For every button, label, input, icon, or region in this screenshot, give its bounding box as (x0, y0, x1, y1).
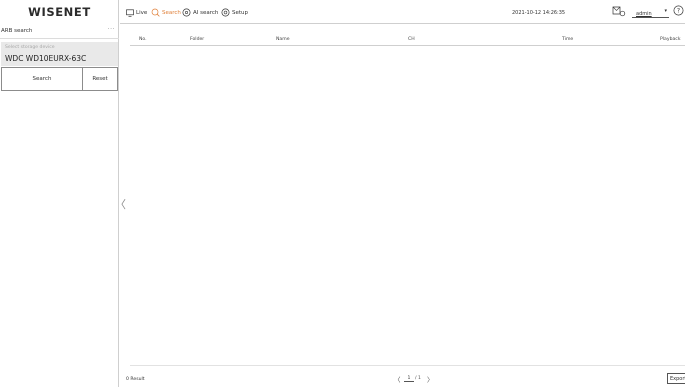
footer-divider (130, 365, 685, 366)
storage-device-value: WDC WD10EURX-63C (5, 53, 87, 63)
storage-device-placeholder: Select storage device (5, 45, 55, 50)
prev-page-icon[interactable]: 〈 (394, 374, 401, 384)
column-no: No. (139, 37, 147, 42)
top-navigation-bar: Live Search AI search Setup 2021-10-12 1… (120, 0, 685, 24)
nav-search[interactable]: Search (151, 8, 181, 17)
column-ch: CH (408, 37, 415, 42)
pagination: 〈 1 / 1 〉 (394, 374, 434, 384)
nav-setup-label: Setup (232, 9, 249, 16)
more-options-icon[interactable]: ··· (108, 26, 115, 33)
current-datetime: 2021-10-12 14:26:35 (512, 10, 566, 16)
search-icon (151, 8, 160, 17)
next-page-icon[interactable]: 〉 (427, 374, 434, 384)
nav-live-label: Live (136, 9, 148, 16)
reset-button[interactable]: Reset (82, 67, 118, 91)
column-name: Name (276, 37, 290, 42)
export-button[interactable]: Export (667, 373, 685, 384)
help-icon[interactable]: ? (673, 5, 684, 16)
nav-ai-search[interactable]: AI search (182, 8, 218, 17)
ai-search-icon (182, 8, 191, 17)
collapse-sidebar-icon[interactable]: 〈 (115, 196, 126, 214)
page-total: / 1 (415, 376, 421, 381)
sidebar-header: ARB search ··· (0, 24, 119, 39)
column-folder: Folder (190, 37, 205, 42)
result-count: 0 Result (126, 377, 145, 382)
gear-icon (221, 8, 230, 17)
search-button[interactable]: Search (1, 67, 83, 91)
wisenet-logo: WISENET (28, 5, 91, 19)
svg-text:?: ? (677, 8, 680, 15)
notification-icon[interactable] (612, 5, 626, 17)
storage-device-select[interactable]: Select storage device WDC WD10EURX-63C (1, 42, 118, 66)
column-playback: Playback (660, 37, 681, 42)
nav-live[interactable]: Live (125, 8, 147, 17)
user-name: admin (636, 11, 652, 17)
results-table-body (130, 47, 685, 365)
nav-ai-search-label: AI search (193, 9, 219, 16)
column-time: Time (562, 37, 574, 42)
results-table-header: No. Folder Name CH Time Playback (130, 34, 685, 46)
nav-search-label: Search (162, 9, 181, 16)
sidebar-title: ARB search (1, 28, 33, 34)
nav-setup[interactable]: Setup (221, 8, 248, 17)
sidebar: WISENET ARB search ··· Select storage de… (0, 0, 119, 387)
chevron-down-icon: ▾ (664, 8, 667, 14)
current-page-input[interactable]: 1 (404, 376, 414, 382)
monitor-icon (125, 8, 134, 17)
user-account-select[interactable]: admin ▾ (632, 8, 669, 18)
